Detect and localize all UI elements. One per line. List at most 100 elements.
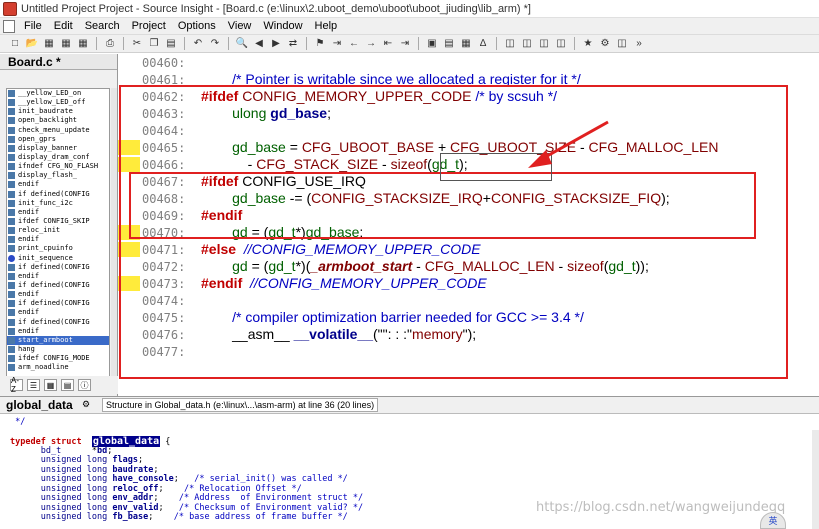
browse-icon[interactable]: ▤: [442, 37, 456, 50]
split-icon[interactable]: ◫: [615, 37, 629, 50]
symbol-list-item[interactable]: start_armboot: [7, 335, 109, 345]
symbol-list-item[interactable]: display_flash_: [7, 171, 109, 180]
symbol-icon[interactable]: ∆: [476, 37, 490, 50]
context-scrollbar[interactable]: [812, 430, 819, 529]
replace-icon[interactable]: ⇄: [286, 37, 300, 50]
symbol-list-item[interactable]: endif: [7, 272, 109, 281]
panel-2-icon[interactable]: ◫: [520, 37, 534, 50]
symbol-list-item[interactable]: ifdef CONFIG_MODE: [7, 354, 109, 363]
save-icon[interactable]: ▦: [42, 37, 56, 50]
cut-icon[interactable]: ✂: [130, 37, 144, 50]
symbol-list-item[interactable]: __yellow_LED_off: [7, 98, 109, 107]
back-icon[interactable]: ←: [347, 37, 361, 50]
bookmark-icon[interactable]: ⚑: [313, 37, 327, 50]
symbol-list-item[interactable]: open_gprs: [7, 135, 109, 144]
symbol-list-item[interactable]: if defined(CONFIG: [7, 318, 109, 327]
find-prev-icon[interactable]: ◀: [252, 37, 266, 50]
context-lock-icon[interactable]: ⚙: [78, 399, 94, 411]
menu-options[interactable]: Options: [172, 20, 222, 32]
symbol-label: init_baudrate: [18, 107, 73, 116]
symbol-type-icon: [8, 90, 15, 98]
redo-icon[interactable]: ↷: [208, 37, 222, 50]
code-editor[interactable]: 00460: 00461: /* Pointer is writable sinc…: [118, 54, 819, 396]
symbol-list-item[interactable]: endif: [7, 290, 109, 299]
symbol-list-item[interactable]: check_menu_update: [7, 126, 109, 135]
find-icon[interactable]: 🔍: [235, 37, 249, 50]
context-token: unsigned long: [40, 493, 113, 503]
new-file-icon[interactable]: □: [8, 37, 22, 50]
symbol-list-item[interactable]: if defined(CONFIG: [7, 281, 109, 290]
symbol-list-item[interactable]: ifdef CONFIG_SKIP: [7, 217, 109, 226]
symbol-list-item[interactable]: if defined(CONFIG: [7, 190, 109, 199]
symbol-list-item[interactable]: if defined(CONFIG: [7, 263, 109, 272]
symbol-list-item[interactable]: display_banner: [7, 144, 109, 153]
symbol-list-item[interactable]: arm_noadline: [7, 363, 109, 372]
open-file-icon[interactable]: 📂: [25, 37, 39, 50]
undo-icon[interactable]: ↶: [191, 37, 205, 50]
go-left-icon[interactable]: ⇤: [381, 37, 395, 50]
paste-icon[interactable]: ▤: [164, 37, 178, 50]
symbol-label: ifdef CONFIG_MODE: [18, 354, 90, 363]
symbol-list-item[interactable]: __yellow_LED_on: [7, 89, 109, 98]
symbol-list-item[interactable]: if defined(CONFIG: [7, 299, 109, 308]
context-token: ;: [153, 464, 159, 475]
menu-window[interactable]: Window: [257, 20, 308, 32]
symbol-list-item[interactable]: open_backlight: [7, 116, 109, 125]
symbol-label: if defined(CONFIG: [18, 281, 90, 290]
panel-3-icon[interactable]: ◫: [537, 37, 551, 50]
panel-4-icon[interactable]: ◫: [554, 37, 568, 50]
list-view-button[interactable]: ☰: [27, 379, 40, 391]
app-icon: [3, 1, 17, 16]
context-token: */: [10, 417, 26, 427]
symbol-label: endif: [18, 326, 40, 335]
symbol-list-item[interactable]: endif: [7, 235, 109, 244]
sort-az-button[interactable]: A-Z: [10, 376, 23, 394]
print-icon[interactable]: ⎙: [103, 37, 117, 50]
symbol-type-icon: [8, 126, 15, 134]
context-token: env_valid: [112, 502, 159, 513]
symbol-list-item[interactable]: endif: [7, 208, 109, 217]
save-all-icon[interactable]: ▦: [59, 37, 73, 50]
symbol-list-item[interactable]: ifndef CFG_NO_FLASH: [7, 162, 109, 171]
tree-view-button[interactable]: ▤: [61, 379, 74, 391]
symbol-label: init_func_i2c: [18, 198, 73, 207]
forward-icon[interactable]: →: [364, 37, 378, 50]
symbol-list-item[interactable]: init_baudrate: [7, 107, 109, 116]
symbol-list-item[interactable]: endif: [7, 308, 109, 317]
symbol-list-item[interactable]: display_dram_conf: [7, 153, 109, 162]
go-right-icon[interactable]: ⇥: [398, 37, 412, 50]
jump-icon[interactable]: ⇥: [330, 37, 344, 50]
code-line[interactable]: 00460:: [142, 54, 201, 71]
more-icon[interactable]: »: [632, 37, 646, 50]
close-file-icon[interactable]: ▦: [76, 37, 90, 50]
relation-icon[interactable]: ▦: [459, 37, 473, 50]
symbol-type-icon: [8, 172, 15, 180]
menu-help[interactable]: Help: [309, 20, 344, 32]
symbol-list-item[interactable]: print_cpuinfo: [7, 244, 109, 253]
menu-file[interactable]: File: [18, 20, 48, 32]
symbol-type-icon: [8, 263, 15, 271]
lookup-icon[interactable]: ▣: [425, 37, 439, 50]
symbol-list-item[interactable]: endif: [7, 180, 109, 189]
context-token: /* base address of frame buffer */: [173, 512, 348, 522]
project-icon[interactable]: ⚙: [598, 37, 612, 50]
symbol-list-item[interactable]: endif: [7, 327, 109, 336]
symbol-list-scrollbar[interactable]: [111, 88, 117, 390]
symbol-list-item[interactable]: init_sequence: [7, 254, 109, 263]
grid-view-button[interactable]: ▦: [44, 379, 57, 391]
menu-search[interactable]: Search: [79, 20, 126, 32]
symbol-list-item[interactable]: hang: [7, 345, 109, 354]
menu-view[interactable]: View: [222, 20, 258, 32]
document-icon[interactable]: [3, 19, 15, 33]
symbol-list-item[interactable]: init_func_i2c: [7, 199, 109, 208]
symbol-list[interactable]: __yellow_LED_on __yellow_LED_off init_baud…: [6, 88, 110, 390]
copy-icon[interactable]: ❐: [147, 37, 161, 50]
context-icon[interactable]: ★: [581, 37, 595, 50]
menu-edit[interactable]: Edit: [48, 20, 79, 32]
panel-1-icon[interactable]: ◫: [503, 37, 517, 50]
context-token: ;: [158, 483, 185, 494]
find-next-icon[interactable]: ▶: [269, 37, 283, 50]
menu-project[interactable]: Project: [126, 20, 172, 32]
info-button[interactable]: ⓘ: [78, 379, 91, 391]
symbol-list-item[interactable]: reloc_init: [7, 226, 109, 235]
